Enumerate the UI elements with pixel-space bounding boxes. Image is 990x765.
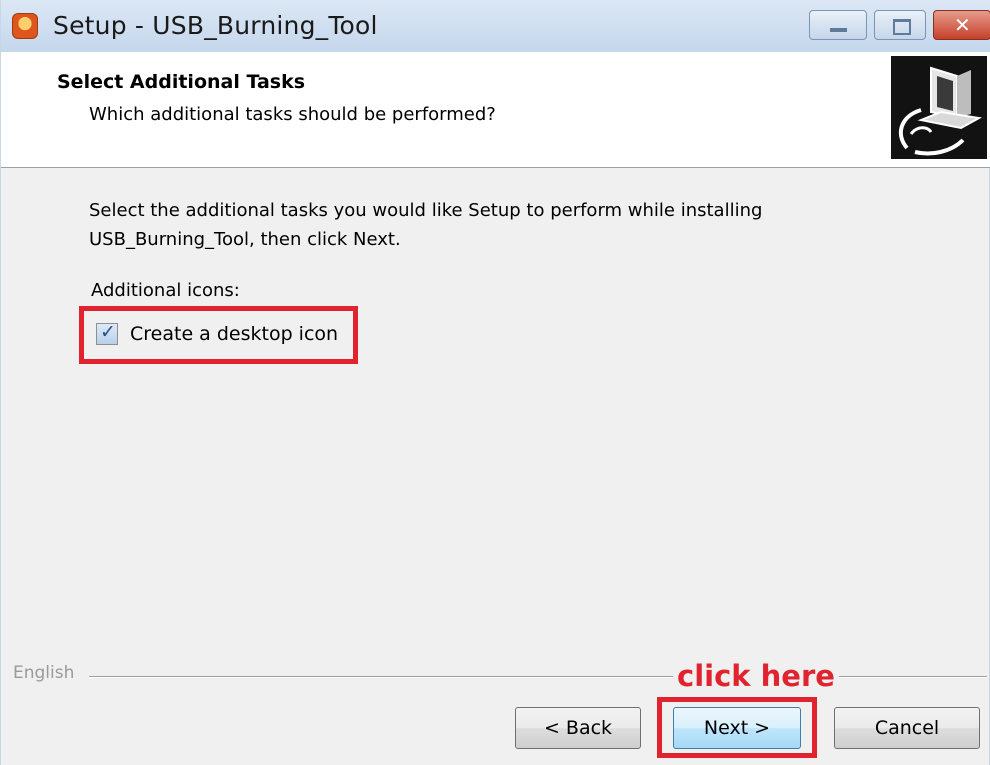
title-bar[interactable]: Setup - USB_Burning_Tool	[1, 0, 990, 53]
app-icon	[12, 13, 38, 39]
footer-divider	[89, 676, 987, 678]
minimize-button[interactable]	[809, 10, 867, 40]
instructions-line-2: USB_Burning_Tool, then click Next.	[89, 229, 401, 250]
close-button[interactable]	[933, 10, 990, 40]
cancel-button[interactable]: Cancel	[834, 707, 980, 749]
page-title: Select Additional Tasks	[57, 71, 306, 93]
window-title: Setup - USB_Burning_Tool	[53, 11, 378, 40]
instructions-line-1: Select the additional tasks you would li…	[89, 200, 763, 221]
language-label: English	[13, 663, 75, 683]
back-button[interactable]: < Back	[515, 707, 641, 749]
setup-window: Setup - USB_Burning_Tool Select Addition…	[0, 0, 990, 765]
computer-setup-icon	[891, 56, 987, 159]
desktop-icon-checkbox-label[interactable]: Create a desktop icon	[130, 323, 338, 345]
wizard-header: Select Additional Tasks Which additional…	[1, 52, 990, 168]
click-here-annotation: click here	[673, 658, 839, 694]
next-highlight-annotation	[657, 697, 817, 758]
maximize-button[interactable]	[874, 10, 926, 40]
desktop-icon-checkbox[interactable]	[96, 321, 118, 345]
page-subtitle: Which additional tasks should be perform…	[89, 104, 496, 125]
desktop-icon-task[interactable]: Create a desktop icon	[96, 318, 338, 350]
instructions-text: Select the additional tasks you would li…	[89, 196, 849, 254]
additional-icons-label: Additional icons:	[91, 280, 240, 301]
